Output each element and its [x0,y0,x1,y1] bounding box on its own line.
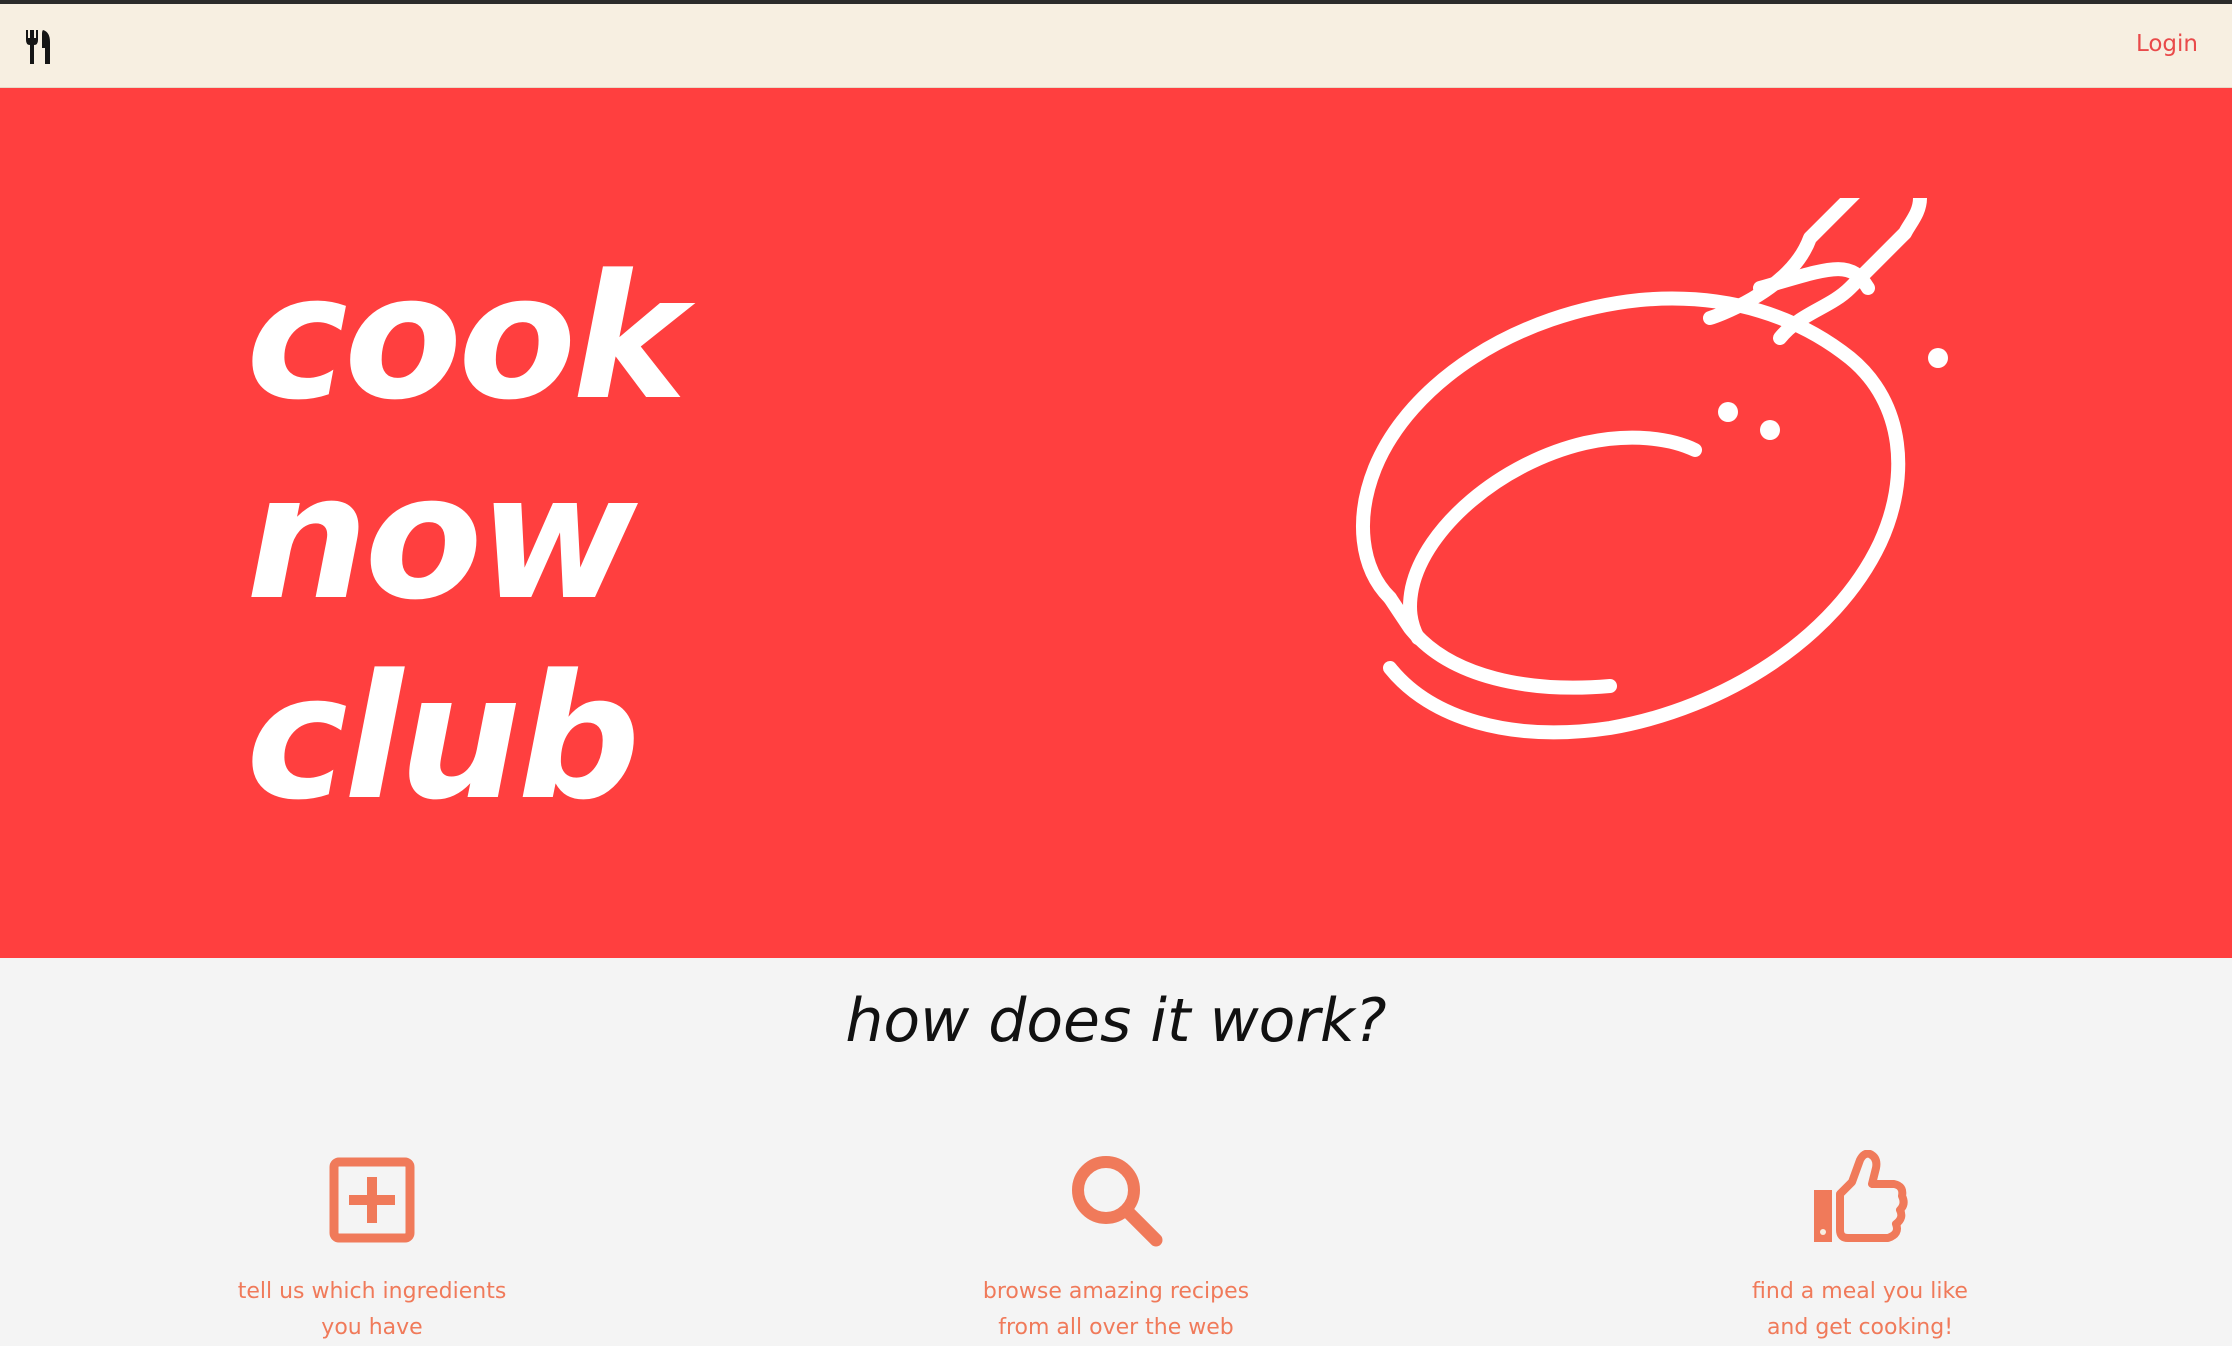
step-add-ingredients: tell us which ingredients you have [162,1150,582,1346]
hero-title-line-2: now [246,437,638,638]
hero-title-line-1: cook [246,237,687,438]
magnifier-icon [1072,1156,1163,1247]
step-text: browse amazing recipes from all over the… [982,1279,1250,1340]
hero-banner: cook now club [0,88,2232,958]
frying-pan-icon [1356,198,1948,740]
step-browse-recipes: browse amazing recipes from all over the… [906,1150,1326,1346]
step-text: find a meal you like and get cooking! [1752,1279,1968,1340]
hero-title: cook now club [246,237,687,838]
step-text: tell us which ingredients you have [237,1279,507,1340]
navbar: Login [0,4,2232,88]
fork-knife-icon[interactable] [24,30,52,64]
hero-title-line-3: club [246,637,640,838]
thumbs-up-icon [1814,1150,1908,1242]
plus-square-icon [329,1157,415,1243]
login-link[interactable]: Login [2136,31,2198,57]
step-get-cooking: find a meal you like and get cooking! [1650,1150,2070,1346]
section-title: how does it work? [845,986,1387,1056]
